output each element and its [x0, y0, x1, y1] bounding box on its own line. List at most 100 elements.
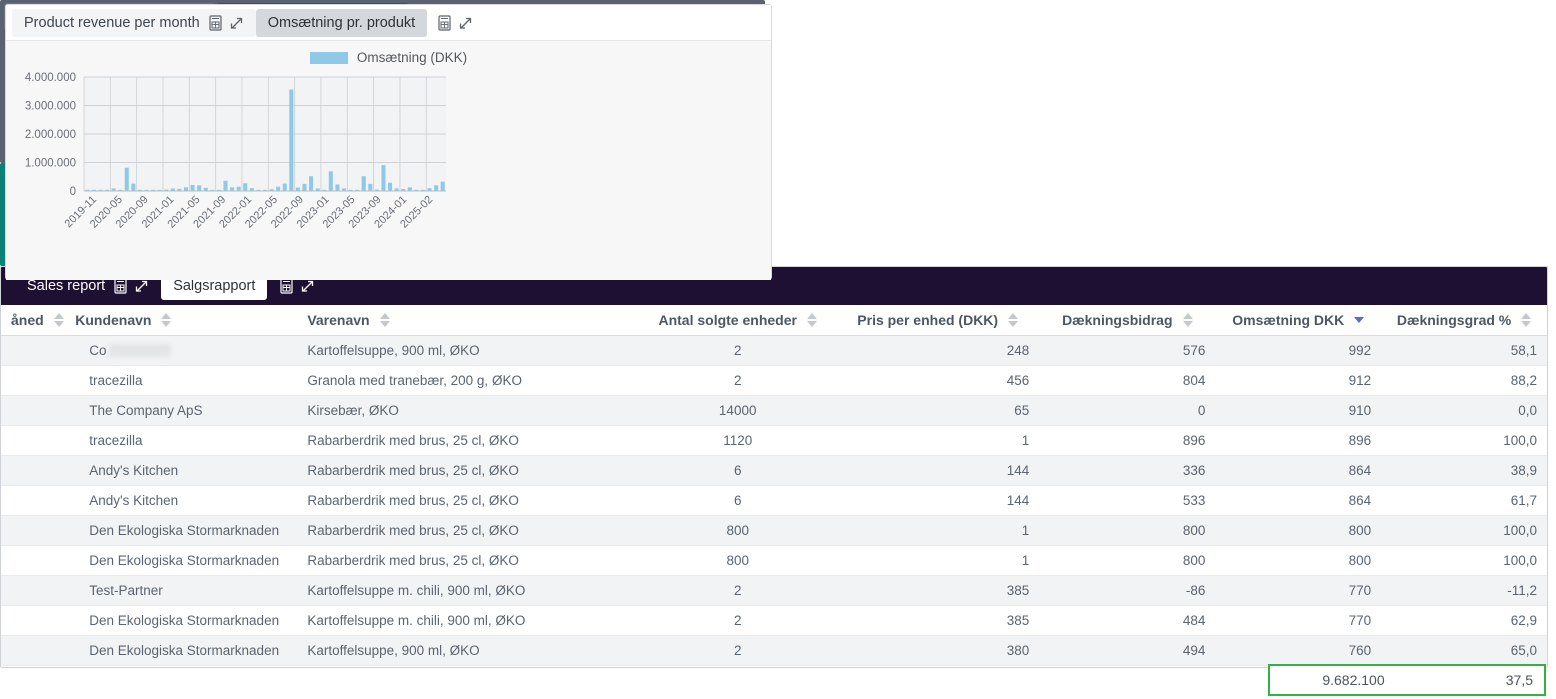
cell-pris-per-enhed: 144 [836, 455, 1040, 486]
tab-icon-group-2 [279, 278, 315, 294]
sort-icon[interactable] [379, 313, 390, 327]
cell-omsaetning: 770 [1215, 575, 1382, 606]
table-row[interactable]: Den Ekologiska Stormarknaden Rabarberdrik… [1, 545, 1547, 576]
cell-daekningsbidrag: 533 [1039, 485, 1216, 516]
cell-pris-per-enhed: 380 [836, 635, 1040, 666]
table-row[interactable]: tracezilla Rabarberdrik med brus, 25 cl, … [1, 425, 1547, 456]
table-row[interactable]: tracezilla Granola med tranebær, 200 g, Ø… [1, 365, 1547, 396]
svg-text:1.000.000: 1.000.000 [25, 158, 76, 170]
table-header-row: åned Kundenavn Varenavn Antal solgte enhede… [1, 305, 1547, 336]
table-row[interactable]: The Company ApS Kirsebær, ØKO 14000 65 0 910 0… [1, 395, 1547, 426]
svg-text:3.000.000: 3.000.000 [25, 101, 76, 113]
table-row[interactable]: Co Kartoffelsuppe, 900 ml, ØKO 2 248 576 992 5… [1, 335, 1547, 366]
cell-antal-solgte-enheder: 2 [639, 635, 837, 666]
cell-omsaetning: 896 [1215, 425, 1382, 456]
cell-daekningsgrad: -11,2 [1381, 575, 1547, 606]
cell-kundenavn: Den Ekologiska Stormarknaden [65, 635, 298, 666]
expand-icon[interactable] [300, 278, 315, 294]
cell-omsaetning: 992 [1215, 335, 1382, 366]
column-header-7[interactable]: Dækningsgrad % [1381, 305, 1547, 336]
cell-antal-solgte-enheder: 2 [639, 605, 837, 636]
sort-icon[interactable] [806, 313, 817, 327]
sort-icon[interactable] [1521, 313, 1532, 327]
cell-kundenavn: Co [65, 335, 298, 366]
cell-pris-per-enhed: 144 [836, 485, 1040, 516]
table-header: åned Kundenavn Varenavn Antal solgte enhede… [1, 305, 1547, 336]
cell-kundenavn: Andy's Kitchen [65, 485, 298, 516]
column-header-label: åned [11, 312, 44, 328]
cell-kundenavn: Test-Partner [65, 575, 298, 606]
document-icon[interactable] [279, 278, 294, 294]
cell-omsaetning: 760 [1215, 635, 1382, 666]
cell-pris-per-enhed: 1 [836, 515, 1040, 546]
column-header-1[interactable]: Kundenavn [65, 305, 298, 336]
column-header-label: Kundenavn [75, 312, 152, 328]
cell-antal-solgte-enheder: 6 [639, 455, 837, 486]
cell-daekningsbidrag: 336 [1039, 455, 1216, 486]
column-header-5[interactable]: Dækningsbidrag [1039, 305, 1216, 336]
cell-antal-solgte-enheder: 2 [639, 365, 837, 396]
cell-varenavn: Rabarberdrik med brus, 25 cl, ØKO [297, 485, 640, 516]
chart-card-tabstrip: Product revenue per month Omsætning pr. … [6, 5, 771, 41]
tab-icon-group [208, 14, 244, 31]
cell-antal-solgte-enheder: 6 [639, 485, 837, 516]
document-icon[interactable] [208, 14, 223, 31]
cell-daekningsbidrag: 804 [1039, 365, 1216, 396]
column-header-label: Dækningsbidrag [1062, 312, 1173, 328]
column-header-2[interactable]: Varenavn [297, 305, 640, 336]
tab-product-revenue-per-month[interactable]: Product revenue per month [12, 8, 256, 37]
column-header-label: Pris per enhed (DKK) [857, 312, 999, 328]
sort-icon[interactable] [1182, 313, 1193, 327]
document-icon[interactable] [113, 278, 128, 294]
cell-daekningsgrad: 65,0 [1381, 635, 1547, 666]
cell-kundenavn: Den Ekologiska Stormarknaden [65, 545, 298, 576]
cell-daekningsgrad: 0,0 [1381, 395, 1547, 426]
sort-icon[interactable] [1008, 313, 1019, 327]
table-row[interactable]: Den Ekologiska Stormarknaden Kartoffelsup… [1, 635, 1547, 666]
table-row[interactable]: Andy's Kitchen Rabarberdrik med brus, 25 … [1, 485, 1547, 516]
column-header-3[interactable]: Antal solgte enheder [639, 305, 837, 336]
expand-icon[interactable] [229, 15, 244, 31]
table-row[interactable]: Andy's Kitchen Rabarberdrik med brus, 25 … [1, 455, 1547, 486]
cell-omsaetning: 912 [1215, 365, 1382, 396]
table-row[interactable]: Den Ekologiska Stormarknaden Kartoffelsup… [1, 605, 1547, 636]
sort-descending-icon[interactable] [1354, 317, 1365, 323]
cell-kundenavn: Den Ekologiska Stormarknaden [65, 605, 298, 636]
sort-icon[interactable] [161, 313, 172, 327]
legend-label: Omsætning (DKK) [356, 50, 468, 65]
cell-kundenavn: Andy's Kitchen [65, 455, 298, 486]
cell-pris-per-enhed: 1 [836, 425, 1040, 456]
svg-text:4.000.000: 4.000.000 [25, 72, 76, 84]
expand-icon[interactable] [458, 15, 473, 31]
dashboard-page: Product revenue per month Omsætning pr. … [0, 0, 1556, 699]
document-icon[interactable] [437, 14, 452, 31]
cell-antal-solgte-enheder: 800 [639, 515, 837, 546]
cell-maaned [1, 455, 66, 486]
cell-antal-solgte-enheder: 2 [639, 575, 837, 606]
cell-omsaetning: 800 [1215, 545, 1382, 576]
cell-daekningsbidrag: -86 [1039, 575, 1216, 606]
cell-varenavn: Kartoffelsuppe, 900 ml, ØKO [297, 635, 640, 666]
cell-antal-solgte-enheder: 800 [639, 545, 837, 576]
column-header-6[interactable]: Omsætning DKK [1215, 305, 1382, 336]
cell-pris-per-enhed: 248 [836, 335, 1040, 366]
sort-icon[interactable] [53, 313, 64, 327]
cell-antal-solgte-enheder: 2 [639, 335, 837, 366]
cell-varenavn: Kartoffelsuppe m. chili, 900 ml, ØKO [297, 605, 640, 636]
table-row[interactable]: Test-Partner Kartoffelsuppe m. chili, 900… [1, 575, 1547, 606]
expand-icon[interactable] [134, 278, 149, 294]
column-header-label: Dækningsgrad % [1396, 312, 1512, 328]
cell-omsaetning: 864 [1215, 455, 1382, 486]
tab-omsaetning-pr-produkt[interactable]: Omsætning pr. produkt [255, 8, 428, 37]
cell-pris-per-enhed: 385 [836, 605, 1040, 636]
cell-daekningsgrad: 62,9 [1381, 605, 1547, 636]
column-header-0[interactable]: åned [1, 305, 66, 336]
column-header-label: Varenavn [307, 312, 370, 328]
column-header-4[interactable]: Pris per enhed (DKK) [836, 305, 1040, 336]
cell-omsaetning: 910 [1215, 395, 1382, 426]
cell-daekningsbidrag: 576 [1039, 335, 1216, 366]
cell-pris-per-enhed: 456 [836, 365, 1040, 396]
column-header-label: Omsætning DKK [1232, 312, 1345, 328]
table-row[interactable]: Den Ekologiska Stormarknaden Rabarberdrik… [1, 515, 1547, 546]
tab-icon-group-2 [437, 14, 473, 31]
